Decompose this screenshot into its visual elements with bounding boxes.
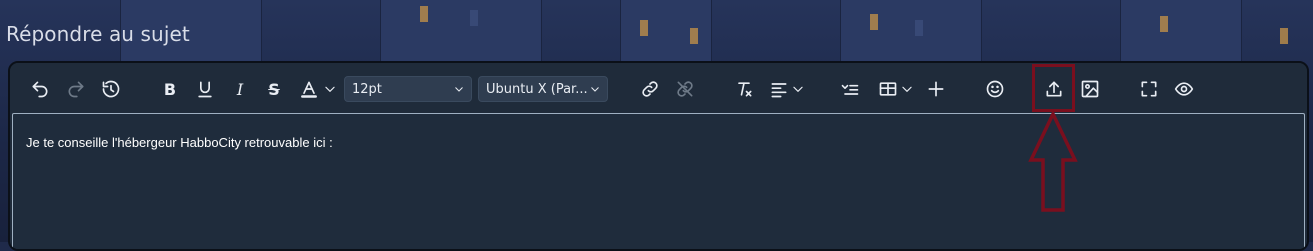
chevron-down-icon [325,86,335,92]
window-light [690,28,698,44]
font-size-value: 12pt [352,81,382,97]
undo-button[interactable] [28,77,52,101]
italic-icon: I [236,79,244,99]
window-light [915,20,923,36]
fullscreen-button[interactable] [1137,77,1161,101]
clear-format-icon [738,82,752,97]
window-light [870,14,878,30]
link-icon [642,81,658,97]
plus-icon [928,81,944,97]
editor-toolbar: B I S 12pt Ubuntu X (Par... [10,63,1307,113]
rich-text-editor: B I S 12pt Ubuntu X (Par... Je te consei… [8,61,1309,251]
insert-more-button[interactable] [924,77,948,101]
list-button[interactable] [838,77,862,101]
table-button[interactable] [876,77,900,101]
redo-icon [68,81,84,98]
window-light [640,20,648,36]
underline-button[interactable] [193,77,217,101]
table-dropdown[interactable] [900,77,914,101]
redo-button[interactable] [64,77,88,101]
editor-content-area[interactable]: Je te conseille l'hébergeur HabboCity re… [12,113,1305,249]
history-icon [102,80,120,98]
history-button[interactable] [99,77,123,101]
chevron-down-icon [453,83,465,95]
page-title: Répondre au sujet [6,22,190,46]
building [620,0,712,62]
annotation-highlight-box [1032,64,1075,112]
fullscreen-icon [1141,81,1157,97]
window-light [470,10,478,26]
align-dropdown[interactable] [791,77,805,101]
text-color-icon [301,81,317,98]
clear-formatting-button[interactable] [732,77,756,101]
chevron-down-icon [793,86,803,92]
underline-icon [198,81,212,98]
strikethrough-icon: S [268,79,280,99]
align-icon [771,83,787,98]
image-icon [1081,80,1099,98]
window-light [420,6,428,22]
text-color-button[interactable] [297,77,321,101]
list-icon [841,84,859,95]
window-light [1160,16,1168,32]
window-light [1280,28,1288,44]
insert-image-button[interactable] [1078,77,1102,101]
remove-link-button[interactable] [673,77,697,101]
undo-icon [32,81,48,98]
font-size-select[interactable]: 12pt [344,76,472,102]
chevron-down-icon [589,83,601,95]
preview-icon [1174,82,1194,96]
chevron-down-icon [902,86,912,92]
strikethrough-button[interactable]: S [262,77,286,101]
annotation-arrow-up-icon [1028,110,1078,212]
unlink-icon [677,81,693,97]
insert-link-button[interactable] [638,77,662,101]
italic-button[interactable]: I [228,77,252,101]
table-icon [879,82,897,96]
bold-icon: B [163,79,177,99]
emoji-icon [986,80,1004,98]
font-family-value: Ubuntu X (Par... [486,81,588,97]
text-color-dropdown[interactable] [323,77,337,101]
preview-button[interactable] [1172,77,1196,101]
font-family-select[interactable]: Ubuntu X (Par... [478,76,608,102]
building [840,0,982,67]
align-button[interactable] [767,77,791,101]
emoji-button[interactable] [983,77,1007,101]
bold-button[interactable]: B [158,77,182,101]
editor-text: Je te conseille l'hébergeur HabboCity re… [26,135,333,150]
